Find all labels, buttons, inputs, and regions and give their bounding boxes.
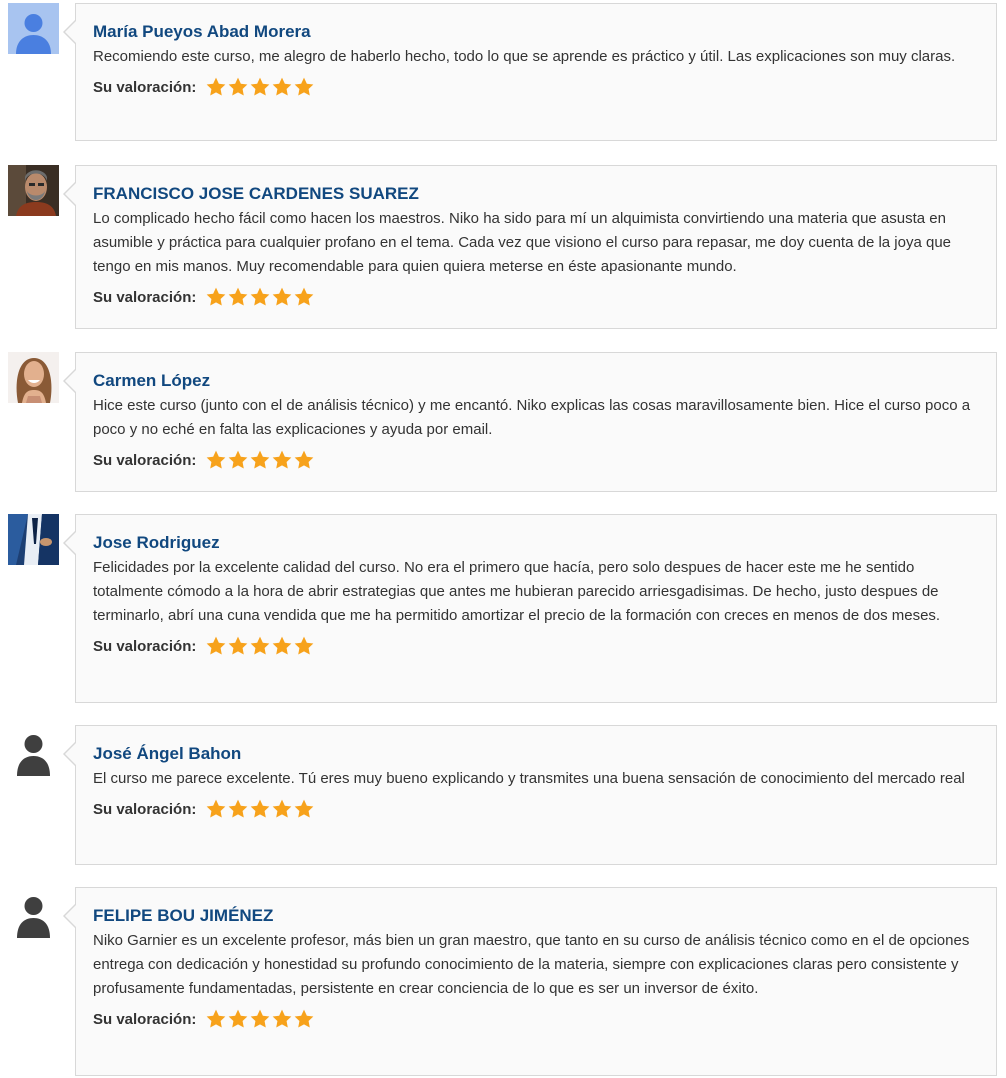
- star-icon: [205, 1008, 227, 1030]
- star-icon: [205, 635, 227, 657]
- star-rating: [205, 286, 315, 308]
- rating-row: Su valoración:: [93, 448, 978, 472]
- review-bubble: José Ángel Bahon El curso me parece exce…: [63, 725, 997, 865]
- star-icon: [271, 76, 293, 98]
- star-icon: [227, 286, 249, 308]
- avatar: [8, 514, 59, 565]
- rating-label: Su valoración:: [93, 1010, 197, 1028]
- star-icon: [293, 635, 315, 657]
- star-icon: [205, 449, 227, 471]
- star-icon: [293, 449, 315, 471]
- star-icon: [271, 798, 293, 820]
- rating-row: Su valoración:: [93, 634, 978, 658]
- photo-man-in-suit: [8, 514, 59, 565]
- avatar: [8, 725, 59, 776]
- review-bubble: FRANCISCO JOSE CARDENES SUAREZ Lo compli…: [63, 165, 997, 329]
- photo-smiling-woman: [8, 352, 59, 403]
- rating-row: Su valoración:: [93, 285, 978, 309]
- star-rating: [205, 1008, 315, 1030]
- star-icon: [249, 798, 271, 820]
- star-icon: [227, 1008, 249, 1030]
- review-text: Recomiendo este curso, me alegro de habe…: [93, 48, 956, 65]
- star-icon: [271, 1008, 293, 1030]
- avatar: [8, 3, 59, 54]
- review-text: Niko Garnier es un excelente profesor, m…: [93, 932, 970, 997]
- rating-label: Su valoración:: [93, 637, 197, 655]
- star-rating: [205, 449, 315, 471]
- rating-label: Su valoración:: [93, 288, 197, 306]
- star-icon: [227, 635, 249, 657]
- star-icon: [205, 798, 227, 820]
- star-icon: [293, 76, 315, 98]
- star-icon: [293, 1008, 315, 1030]
- review-bubble: María Pueyos Abad Morera Recomiendo este…: [63, 3, 997, 141]
- reviews-list: María Pueyos Abad Morera Recomiendo este…: [0, 0, 1006, 1078]
- reviewer-name: María Pueyos Abad Morera: [93, 22, 311, 41]
- avatar: [8, 887, 59, 938]
- star-icon: [205, 76, 227, 98]
- star-icon: [271, 286, 293, 308]
- star-rating: [205, 635, 315, 657]
- star-rating: [205, 798, 315, 820]
- reviewer-name: FELIPE BOU JIMÉNEZ: [93, 906, 274, 925]
- star-icon: [249, 635, 271, 657]
- review-text: Hice este curso (junto con el de análisi…: [93, 397, 971, 438]
- review-bubble: FELIPE BOU JIMÉNEZ Niko Garnier es un ex…: [63, 887, 997, 1076]
- rating-label: Su valoración:: [93, 78, 197, 96]
- star-icon: [227, 798, 249, 820]
- review-bubble: Jose Rodriguez Felicidades por la excele…: [63, 514, 997, 703]
- review-text: Lo complicado hecho fácil como hacen los…: [93, 210, 952, 275]
- rating-row: Su valoración:: [93, 797, 978, 821]
- star-icon: [293, 798, 315, 820]
- rating-row: Su valoración:: [93, 75, 978, 99]
- rating-label: Su valoración:: [93, 451, 197, 469]
- photo-bearded-man: [8, 165, 59, 216]
- default-gray-person-icon: [8, 725, 59, 776]
- reviewer-name: Jose Rodriguez: [93, 533, 220, 552]
- review-text: Felicidades por la excelente calidad del…: [93, 559, 941, 624]
- rating-row: Su valoración:: [93, 1007, 978, 1031]
- star-icon: [227, 449, 249, 471]
- star-rating: [205, 76, 315, 98]
- star-icon: [293, 286, 315, 308]
- star-icon: [249, 449, 271, 471]
- star-icon: [227, 76, 249, 98]
- star-icon: [205, 286, 227, 308]
- star-icon: [249, 286, 271, 308]
- default-blue-avatar-icon: [8, 3, 59, 54]
- rating-label: Su valoración:: [93, 800, 197, 818]
- star-icon: [271, 635, 293, 657]
- default-gray-person-icon: [8, 887, 59, 938]
- reviewer-name: FRANCISCO JOSE CARDENES SUAREZ: [93, 184, 419, 203]
- star-icon: [249, 76, 271, 98]
- avatar: [8, 352, 59, 403]
- review-bubble: Carmen López Hice este curso (junto con …: [63, 352, 997, 492]
- reviewer-name: José Ángel Bahon: [93, 744, 242, 763]
- avatar: [8, 165, 59, 216]
- star-icon: [271, 449, 293, 471]
- review-text: El curso me parece excelente. Tú eres mu…: [93, 770, 965, 787]
- star-icon: [249, 1008, 271, 1030]
- reviewer-name: Carmen López: [93, 371, 211, 390]
